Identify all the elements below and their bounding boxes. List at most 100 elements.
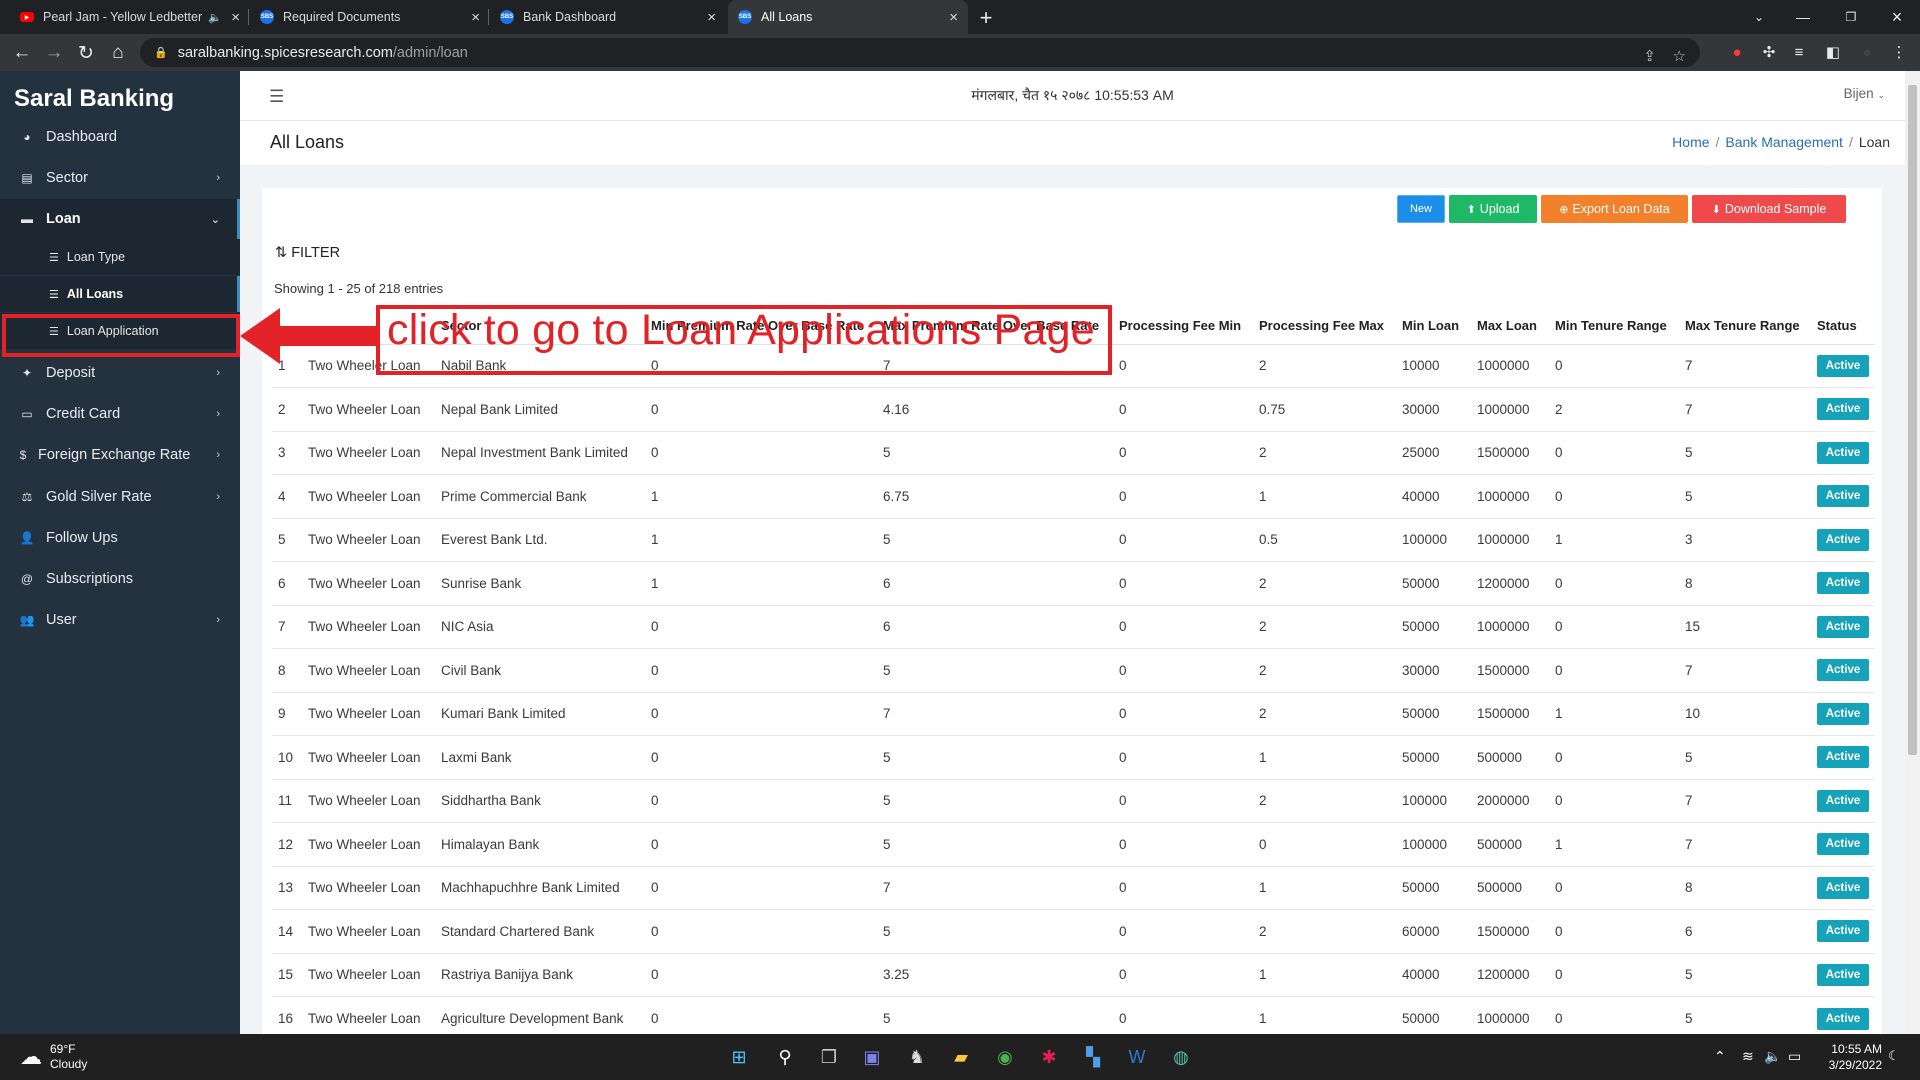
minimize-icon[interactable]: — bbox=[1780, 0, 1826, 34]
forward-icon[interactable]: → bbox=[40, 39, 68, 67]
share-icon[interactable]: ⇪ bbox=[1643, 47, 1656, 65]
home-icon[interactable]: ⌂ bbox=[104, 39, 132, 67]
status-badge[interactable]: Active bbox=[1817, 1007, 1869, 1030]
table-row[interactable]: 5 Two Wheeler Loan Everest Bank Ltd. 1 5 0 0.5… bbox=[272, 517, 1875, 562]
task-view-icon[interactable]: ❐ bbox=[815, 1043, 843, 1071]
globe-icon[interactable]: ◍ bbox=[1167, 1043, 1195, 1071]
table-row[interactable]: 15 Two Wheeler Loan Rastriya Banijya Bank 0… bbox=[272, 952, 1875, 997]
address-bar[interactable]: 🔒 saralbanking.spicesresearch.com/admin/… bbox=[140, 38, 1700, 67]
table-row[interactable]: 16 Two Wheeler Loan Agriculture Developmen… bbox=[272, 996, 1875, 1034]
photos-icon[interactable]: ▚ bbox=[1079, 1043, 1107, 1071]
status-badge[interactable]: Active bbox=[1817, 702, 1869, 725]
filter-toggle[interactable]: ⇅ FILTER bbox=[275, 245, 340, 261]
status-badge[interactable]: Active bbox=[1817, 659, 1869, 682]
chevron-up-icon[interactable]: ⌃ bbox=[1714, 1048, 1726, 1065]
sidebar-item-sector[interactable]: ▤ Sector › bbox=[0, 158, 240, 198]
close-icon[interactable]: × bbox=[471, 9, 480, 26]
browser-tab-required-documents[interactable]: SBS Required Documents × bbox=[250, 0, 490, 34]
scrollbar-thumb[interactable] bbox=[1908, 85, 1917, 755]
export-loan-data-button[interactable]: ⊕ Export Loan Data bbox=[1541, 195, 1688, 223]
media-control-icon[interactable]: ≡ bbox=[1790, 43, 1808, 61]
speaker-icon[interactable]: 🔈 bbox=[208, 11, 222, 24]
status-badge[interactable]: Active bbox=[1817, 528, 1869, 551]
table-row[interactable]: 4 Two Wheeler Loan Prime Commercial Bank 1 6… bbox=[272, 474, 1875, 518]
table-row[interactable]: 13 Two Wheeler Loan Machhapuchhre Bank Lim… bbox=[272, 865, 1875, 910]
weather-widget[interactable]: ☁ 69°F Cloudy bbox=[20, 1042, 87, 1072]
system-clock[interactable]: 10:55 AM 3/29/2022 bbox=[1829, 1041, 1882, 1073]
tab-search-icon[interactable]: ⌄ bbox=[1736, 0, 1782, 34]
status-badge[interactable]: Active bbox=[1817, 876, 1869, 899]
download-sample-button[interactable]: ⬇ Download Sample bbox=[1692, 195, 1846, 223]
chrome-icon[interactable]: ◉ bbox=[991, 1043, 1019, 1071]
side-panel-icon[interactable]: ◧ bbox=[1824, 43, 1842, 61]
status-badge[interactable]: Active bbox=[1817, 920, 1869, 943]
new-tab-button[interactable]: + bbox=[972, 4, 1000, 32]
table-row[interactable]: 12 Two Wheeler Loan Himalayan Bank 0 5 0 0 1000… bbox=[272, 822, 1875, 866]
restore-icon[interactable]: ❐ bbox=[1828, 0, 1874, 34]
brand-logo[interactable]: Saral Banking bbox=[14, 85, 174, 113]
wifi-icon[interactable]: ≋ bbox=[1742, 1048, 1754, 1065]
table-row[interactable]: 11 Two Wheeler Loan Siddhartha Bank 0 5 0 2 100… bbox=[272, 778, 1875, 823]
extensions-puzzle-icon[interactable]: ✣ bbox=[1760, 43, 1778, 61]
extension-red-icon[interactable]: ● bbox=[1728, 43, 1746, 61]
status-badge[interactable]: Active bbox=[1817, 833, 1869, 856]
page-scrollbar[interactable] bbox=[1905, 71, 1920, 1034]
browser-menu-icon[interactable]: ⋮ bbox=[1890, 43, 1908, 61]
column-header-status[interactable]: Status bbox=[1811, 308, 1875, 345]
status-badge[interactable]: Active bbox=[1817, 572, 1869, 595]
sidebar-item-foreign-exchange-rate[interactable]: $ Foreign Exchange Rate › bbox=[0, 435, 240, 475]
file-explorer-icon[interactable]: ▰ bbox=[947, 1043, 975, 1071]
column-header-max-tenure[interactable]: Max Tenure Range bbox=[1679, 308, 1811, 345]
sidebar-item-user[interactable]: 👥 User › bbox=[0, 600, 240, 640]
status-badge[interactable]: Active bbox=[1817, 963, 1869, 986]
back-icon[interactable]: ← bbox=[8, 39, 36, 67]
reload-icon[interactable]: ↻ bbox=[72, 39, 100, 67]
status-badge[interactable]: Active bbox=[1817, 398, 1869, 421]
app-icon[interactable]: ♞ bbox=[903, 1043, 931, 1071]
word-icon[interactable]: W bbox=[1123, 1043, 1151, 1071]
status-badge[interactable]: Active bbox=[1817, 746, 1869, 769]
sidebar-item-deposit[interactable]: ✦ Deposit › bbox=[0, 353, 240, 393]
table-row[interactable]: 7 Two Wheeler Loan NIC Asia 0 6 0 2 50000 100000… bbox=[272, 604, 1875, 649]
column-header-processing-fee-max[interactable]: Processing Fee Max bbox=[1253, 308, 1396, 345]
sidebar-subitem-loan-type[interactable]: ☰ Loan Type bbox=[0, 239, 240, 275]
close-icon[interactable]: × bbox=[231, 9, 240, 26]
profile-avatar[interactable]: ● bbox=[1858, 43, 1876, 61]
sidebar-subitem-all-loans[interactable]: ☰ All Loans bbox=[0, 276, 240, 312]
browser-tab-youtube[interactable]: ▶ Pearl Jam - Yellow Ledbetter 🔈 × bbox=[10, 0, 250, 34]
slack-icon[interactable]: ✱ bbox=[1035, 1043, 1063, 1071]
sidebar-item-subscriptions[interactable]: @ Subscriptions bbox=[0, 559, 240, 599]
column-header-max-loan[interactable]: Max Loan bbox=[1471, 308, 1549, 345]
column-header-min-tenure[interactable]: Min Tenure Range bbox=[1549, 308, 1679, 345]
upload-button[interactable]: ⬆ Upload bbox=[1449, 195, 1537, 223]
volume-icon[interactable]: 🔈 bbox=[1764, 1048, 1781, 1065]
sidebar-item-credit-card[interactable]: ▭ Credit Card › bbox=[0, 394, 240, 434]
start-icon[interactable]: ⊞ bbox=[725, 1043, 753, 1071]
column-header-processing-fee-min[interactable]: Processing Fee Min bbox=[1113, 308, 1253, 345]
user-menu[interactable]: Bijen ⌄ bbox=[1844, 86, 1885, 101]
status-badge[interactable]: Active bbox=[1817, 615, 1869, 638]
search-icon[interactable]: ⚲ bbox=[771, 1043, 799, 1071]
status-badge[interactable]: Active bbox=[1817, 354, 1869, 377]
table-row[interactable]: 6 Two Wheeler Loan Sunrise Bank 1 6 0 2 50000 12… bbox=[272, 561, 1875, 605]
status-badge[interactable]: Active bbox=[1817, 789, 1869, 812]
table-row[interactable]: 10 Two Wheeler Loan Laxmi Bank 0 5 0 1 50000 500… bbox=[272, 735, 1875, 779]
sidebar-item-gold-silver-rate[interactable]: ⚖ Gold Silver Rate › bbox=[0, 477, 240, 517]
table-row[interactable]: 14 Two Wheeler Loan Standard Chartered Ban… bbox=[272, 909, 1875, 953]
column-header-min-loan[interactable]: Min Loan bbox=[1396, 308, 1471, 345]
close-icon[interactable]: × bbox=[949, 9, 958, 26]
status-badge[interactable]: Active bbox=[1817, 485, 1869, 508]
browser-tab-all-loans[interactable]: SBS All Loans × bbox=[728, 0, 968, 34]
battery-icon[interactable]: ▭ bbox=[1788, 1048, 1801, 1065]
sidebar-item-dashboard[interactable]: ◕ Dashboard bbox=[0, 117, 240, 157]
teams-chat-icon[interactable]: ▣ bbox=[858, 1043, 886, 1071]
notification-icon[interactable]: ☾ bbox=[1888, 1048, 1900, 1064]
browser-tab-bank-dashboard[interactable]: SBS Bank Dashboard × bbox=[490, 0, 726, 34]
breadcrumb-home[interactable]: Home bbox=[1672, 134, 1709, 150]
window-close-icon[interactable]: × bbox=[1874, 0, 1920, 34]
close-icon[interactable]: × bbox=[707, 9, 716, 26]
breadcrumb-bank-management[interactable]: Bank Management bbox=[1725, 134, 1843, 150]
bookmark-star-icon[interactable]: ☆ bbox=[1673, 47, 1686, 65]
table-row[interactable]: 9 Two Wheeler Loan Kumari Bank Limited 0 7 0 2… bbox=[272, 691, 1875, 736]
table-row[interactable]: 8 Two Wheeler Loan Civil Bank 0 5 0 2 30000 1500… bbox=[272, 648, 1875, 692]
